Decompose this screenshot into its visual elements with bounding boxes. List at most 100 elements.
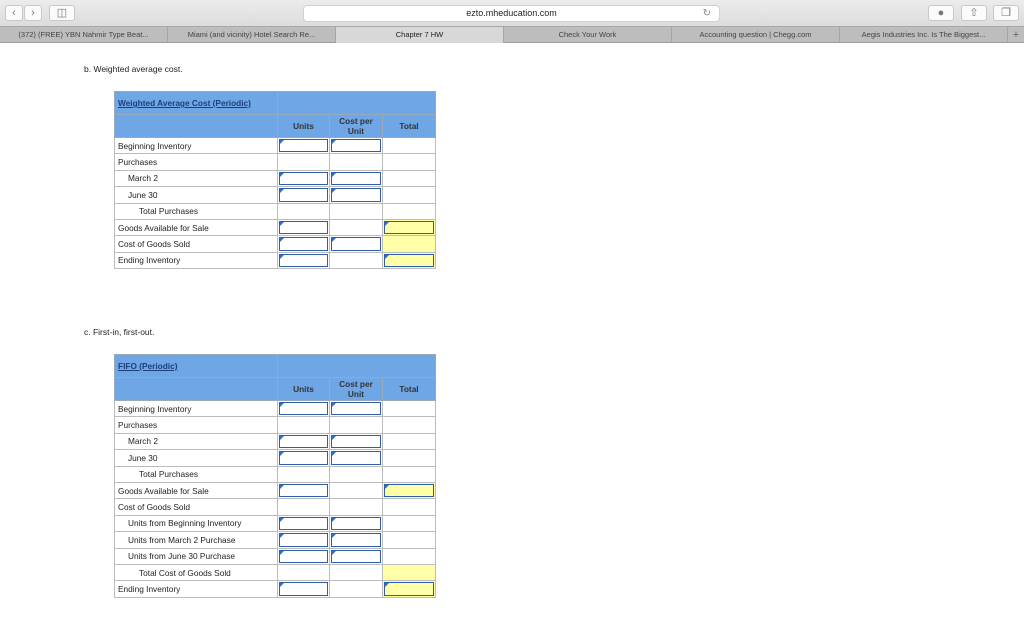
address-bar[interactable]: ezto.mheducation.com ↻ — [303, 5, 720, 22]
total-cell[interactable] — [381, 563, 437, 582]
units-cell[interactable] — [277, 169, 330, 188]
units-input[interactable] — [279, 402, 328, 416]
row-label: June 30 — [114, 186, 278, 204]
tabs-overview-icon[interactable]: ❐ — [993, 5, 1019, 21]
cost-per-unit-input[interactable] — [331, 516, 381, 531]
units-cell[interactable] — [277, 481, 330, 500]
row-label: Units from June 30 Purchase — [114, 547, 278, 565]
new-tab-button[interactable]: + — [1008, 27, 1024, 42]
total-cell — [381, 186, 437, 204]
units-input[interactable] — [279, 253, 328, 268]
cost-cell[interactable] — [329, 449, 383, 467]
units-cell[interactable] — [277, 531, 330, 549]
total-cell — [381, 202, 437, 220]
table-row: Goods Available for Sale — [114, 218, 437, 237]
cost-per-unit-input[interactable] — [331, 171, 381, 186]
tab-5[interactable]: Aegis Industries Inc. Is The Biggest... — [840, 27, 1008, 43]
units-cell[interactable] — [277, 432, 330, 451]
row-label: June 30 — [114, 449, 278, 467]
forward-button[interactable]: › — [24, 5, 42, 21]
sidebar-button[interactable]: ◫ — [49, 5, 75, 21]
units-cell[interactable] — [277, 235, 330, 253]
total-cell[interactable] — [381, 218, 437, 237]
total-input[interactable] — [384, 220, 435, 235]
total-cell[interactable] — [381, 235, 437, 253]
units-input[interactable] — [279, 582, 328, 596]
cost-cell[interactable] — [329, 514, 383, 533]
cost-per-unit-input[interactable] — [331, 533, 381, 547]
row-label: Units from Beginning Inventory — [114, 514, 278, 533]
cost-cell[interactable] — [329, 136, 383, 155]
cost-cell[interactable] — [329, 432, 383, 451]
units-cell[interactable] — [277, 547, 330, 565]
units-cell[interactable] — [277, 580, 330, 598]
reload-icon[interactable]: ↻ — [703, 6, 711, 21]
total-cell[interactable] — [381, 481, 437, 500]
table-row: Ending Inventory — [114, 251, 437, 270]
cost-cell[interactable] — [329, 399, 383, 418]
row-label: Units from March 2 Purchase — [114, 531, 278, 549]
units-input[interactable] — [279, 139, 328, 153]
cost-cell[interactable] — [329, 169, 383, 188]
total-input[interactable] — [384, 582, 435, 596]
units-input[interactable] — [279, 220, 328, 235]
col-units: Units — [277, 114, 330, 138]
cost-per-unit-input[interactable] — [331, 451, 381, 465]
row-label: Purchases — [114, 416, 278, 434]
back-button[interactable]: ‹ — [5, 5, 23, 21]
units-cell[interactable] — [277, 251, 330, 270]
header-blank — [276, 354, 437, 378]
table-title: FIFO (Periodic) — [114, 354, 278, 378]
tab-3[interactable]: Check Your Work — [504, 27, 672, 43]
units-cell[interactable] — [277, 186, 330, 204]
cost-per-unit-input[interactable] — [331, 139, 381, 153]
total-input[interactable] — [384, 483, 435, 498]
table-row: Beginning Inventory — [114, 399, 437, 418]
units-input[interactable] — [279, 483, 328, 498]
tab-2[interactable]: Chapter 7 HW — [336, 27, 504, 43]
row-label: March 2 — [114, 169, 278, 188]
download-icon[interactable]: ● — [928, 5, 954, 21]
units-input[interactable] — [279, 533, 328, 547]
cost-cell — [329, 153, 383, 171]
total-cell[interactable] — [381, 580, 437, 598]
units-cell — [277, 563, 330, 582]
units-input[interactable] — [279, 516, 328, 531]
units-cell[interactable] — [277, 449, 330, 467]
cost-cell — [329, 251, 383, 270]
row-label: Total Purchases — [114, 465, 278, 483]
units-cell[interactable] — [277, 399, 330, 418]
cost-per-unit-input[interactable] — [331, 237, 381, 251]
cost-per-unit-input[interactable] — [331, 188, 381, 202]
units-cell[interactable] — [277, 218, 330, 237]
cost-per-unit-input[interactable] — [331, 402, 381, 416]
cost-cell[interactable] — [329, 531, 383, 549]
units-input[interactable] — [279, 237, 328, 251]
row-label: Purchases — [114, 153, 278, 171]
units-input[interactable] — [279, 434, 328, 449]
units-cell[interactable] — [277, 514, 330, 533]
total-cell — [381, 531, 437, 549]
tab-4[interactable]: Accounting question | Chegg.com — [672, 27, 840, 43]
cost-cell[interactable] — [329, 235, 383, 253]
total-input[interactable] — [384, 253, 435, 268]
cost-cell[interactable] — [329, 547, 383, 565]
cost-per-unit-input[interactable] — [331, 434, 381, 449]
units-input[interactable] — [279, 451, 328, 465]
units-input[interactable] — [279, 171, 328, 186]
cost-cell — [329, 580, 383, 598]
units-cell[interactable] — [277, 136, 330, 155]
units-input[interactable] — [279, 549, 328, 563]
total-cell[interactable] — [381, 251, 437, 270]
tab-bar: (372) (FREE) YBN Nahmir Type Beat... Miam… — [0, 26, 1024, 43]
cost-per-unit-input[interactable] — [331, 549, 381, 563]
total-cell — [381, 465, 437, 483]
cost-cell — [329, 498, 383, 516]
units-input[interactable] — [279, 188, 328, 202]
cost-cell[interactable] — [329, 186, 383, 204]
units-cell — [277, 498, 330, 516]
tab-1[interactable]: Miami (and vicinity) Hotel Search Re... — [168, 27, 336, 43]
tab-0[interactable]: (372) (FREE) YBN Nahmir Type Beat... — [0, 27, 168, 43]
total-cell — [381, 498, 437, 516]
share-icon[interactable]: ⇧ — [961, 5, 987, 21]
